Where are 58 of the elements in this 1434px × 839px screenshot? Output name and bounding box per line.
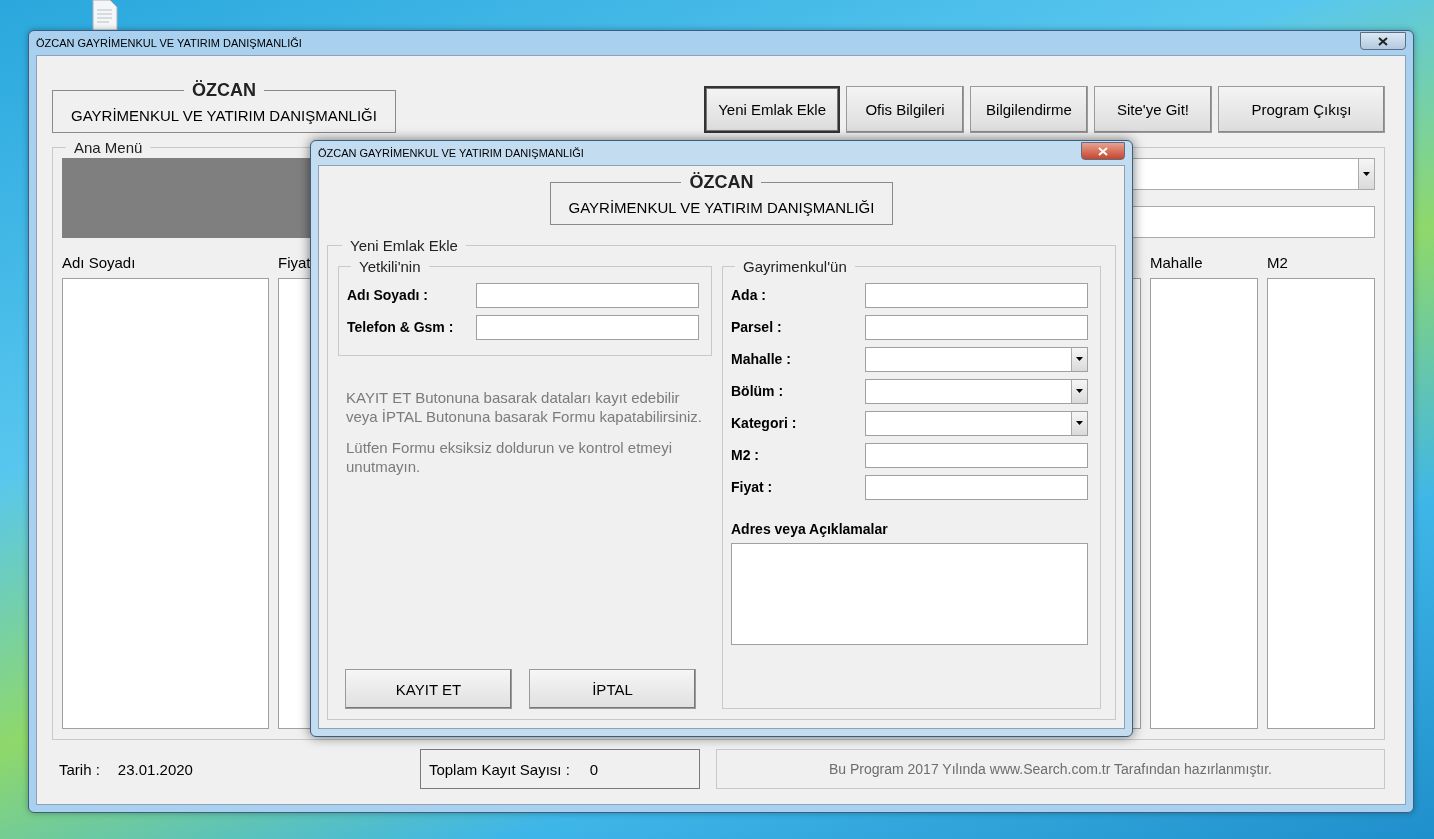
field-label: M2 :: [731, 447, 759, 463]
date-value: 23.01.2020: [117, 760, 193, 778]
toolbar-button[interactable]: Site'ye Git!: [1094, 86, 1212, 133]
header-subtitle: GAYRİMENKUL VE YATIRIM DANIŞMANLIĞI: [567, 198, 876, 218]
input-field[interactable]: [476, 314, 699, 340]
header-title: ÖZCAN: [190, 80, 257, 101]
dialog-button[interactable]: İPTAL: [529, 669, 696, 709]
contact-title: Yetkili'nin: [358, 258, 422, 275]
column-label: Mahalle: [1150, 254, 1203, 273]
field-label: Mahalle :: [731, 351, 791, 367]
field-label: Adı Soyadı :: [347, 287, 428, 303]
document-icon[interactable]: [92, 0, 118, 30]
input-field[interactable]: [865, 314, 1088, 340]
caret-icon: [1076, 421, 1083, 425]
column-label: Fiyat: [278, 254, 311, 273]
caret-icon: [1076, 389, 1083, 393]
toolbar-button[interactable]: Bilgilendirme: [970, 86, 1088, 133]
toolbar-button[interactable]: Program Çıkışı: [1218, 86, 1385, 133]
caret-icon: [1363, 172, 1370, 176]
credit-text: Bu Program 2017 Yılında www.Search.com.tr Tarafından hazırlanmıştır.: [828, 761, 1272, 777]
close-icon: [1378, 36, 1388, 46]
field-label: Ada :: [731, 287, 766, 303]
group-title: Yeni Emlak Ekle: [349, 237, 459, 254]
column-label: Adı Soyadı: [62, 254, 136, 273]
close-icon: [1098, 146, 1108, 156]
count-label: Toplam Kayıt Sayısı :: [428, 760, 570, 778]
info-text: Lütfen Formu eksiksiz doldurun ve kontrol etmeyi unutmayın.: [346, 438, 673, 476]
header-title: ÖZCAN: [688, 172, 755, 193]
dialog-title: ÖZCAN GAYRİMENKUL VE YATIRIM DANIŞMANLIĞI: [318, 147, 584, 159]
field-label: Bölüm :: [731, 383, 784, 399]
dialog-button[interactable]: KAYIT ET: [345, 669, 512, 709]
date-label: Tarih :: [59, 760, 100, 778]
column-label: M2: [1267, 254, 1288, 273]
dropdown-field[interactable]: [865, 410, 1088, 436]
dropdown-field[interactable]: [865, 346, 1088, 372]
input-field[interactable]: [865, 474, 1088, 500]
property-title: Gayrimenkul'ün: [742, 258, 848, 275]
list-box[interactable]: [1150, 278, 1258, 729]
field-label: Kategori :: [731, 415, 797, 431]
list-box[interactable]: [1267, 278, 1375, 729]
main-menu-title: Ana Menü: [73, 139, 144, 156]
field-label: Adres veya Açıklamalar: [731, 521, 889, 537]
info-text: KAYIT ET Butonuna basarak dataları kayıt edebilir veya İPTAL Butonuna basarak Formu kapatabilirsiniz.: [346, 388, 703, 426]
address-textarea[interactable]: [731, 543, 1088, 645]
field-label: Parsel :: [731, 319, 782, 335]
input-field[interactable]: [865, 282, 1088, 308]
count-value: 0: [589, 760, 599, 778]
caret-icon: [1076, 357, 1083, 361]
toolbar-button[interactable]: Yeni Emlak Ekle: [704, 86, 840, 133]
window-title: ÖZCAN GAYRİMENKUL VE YATIRIM DANIŞMANLIĞI: [36, 37, 302, 49]
toolbar-button[interactable]: Ofis Bilgileri: [846, 86, 964, 133]
field-label: Telefon & Gsm :: [347, 319, 454, 335]
field-label: Fiyat :: [731, 479, 773, 495]
dropdown-field[interactable]: [865, 378, 1088, 404]
close-button[interactable]: [1360, 32, 1406, 50]
input-field[interactable]: [476, 282, 699, 308]
header-subtitle: GAYRİMENKUL VE YATIRIM DANIŞMANLIĞI: [70, 106, 378, 126]
input-field[interactable]: [865, 442, 1088, 468]
